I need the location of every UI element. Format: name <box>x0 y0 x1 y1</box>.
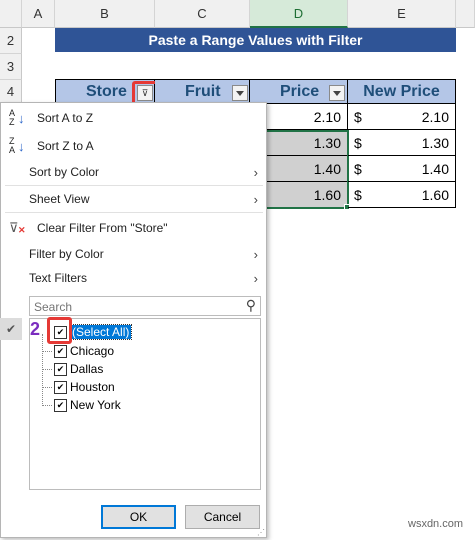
chevron-right-icon: › <box>253 246 258 262</box>
select-all-corner[interactable] <box>0 0 22 28</box>
search-box[interactable]: ⚲ <box>29 296 261 316</box>
sheet-title: Paste a Range Values with Filter <box>55 28 456 52</box>
list-item-houston[interactable]: ✔ Houston <box>42 378 115 396</box>
currency-symbol: $ <box>354 134 362 151</box>
menu-separator <box>5 212 263 213</box>
sort-a-to-z[interactable]: AZ ↓ Sort A to Z <box>1 106 266 130</box>
tree-connector <box>42 387 52 388</box>
column-header-c[interactable]: C <box>155 0 250 28</box>
left-gutter-checkmark-icon: ✔ <box>0 318 22 340</box>
cancel-button[interactable]: Cancel <box>185 505 260 529</box>
search-input[interactable] <box>32 298 236 316</box>
menu-separator <box>5 185 263 186</box>
item-label: Dallas <box>70 362 104 376</box>
sort-down-arrow-icon: ↓ <box>18 110 25 126</box>
row-header-3[interactable]: 3 <box>0 54 22 80</box>
sort-down-arrow-icon: ↓ <box>18 138 25 154</box>
header-store-label: Store <box>86 82 127 100</box>
new-price-value: 1.60 <box>421 186 449 203</box>
new-price-cell[interactable]: $ 1.60 <box>348 182 456 208</box>
tree-connector <box>42 351 52 352</box>
checkbox-checked[interactable]: ✔ <box>54 398 67 412</box>
list-item-chicago[interactable]: ✔ Chicago <box>42 342 115 360</box>
header-price-label: Price <box>280 82 320 100</box>
resize-grip-icon[interactable]: ⋰ <box>257 528 265 537</box>
column-header-e[interactable]: E <box>348 0 456 28</box>
new-price-cell[interactable]: $ 1.40 <box>348 156 456 182</box>
list-item-dallas[interactable]: ✔ Dallas <box>42 360 104 378</box>
new-price-value: 1.40 <box>421 160 449 177</box>
new-price-value: 1.30 <box>421 134 449 151</box>
sort-za-icon: ZA <box>9 136 16 155</box>
column-header-d[interactable]: D <box>250 0 348 28</box>
tree-connector <box>42 369 52 370</box>
step-badge-2: 2 <box>30 319 41 339</box>
currency-symbol: $ <box>354 108 362 125</box>
column-header-a[interactable]: A <box>22 0 55 28</box>
list-item-new-york[interactable]: ✔ New York <box>42 396 121 414</box>
chevron-right-icon: › <box>253 191 258 207</box>
price-filter-dropdown[interactable] <box>329 85 345 101</box>
ok-button[interactable]: OK <box>101 505 176 529</box>
sheet-view[interactable]: Sheet View › <box>1 187 266 211</box>
checkbox-checked[interactable]: ✔ <box>54 344 67 358</box>
price-value: 2.10 <box>313 108 341 125</box>
fruit-filter-dropdown[interactable] <box>232 85 248 101</box>
item-label: Houston <box>70 380 115 394</box>
currency-symbol: $ <box>354 160 362 177</box>
checkbox-checked[interactable]: ✔ <box>54 380 67 394</box>
red-x-icon: ✕ <box>18 225 26 235</box>
row-header-2[interactable]: 2 <box>0 28 22 54</box>
autofilter-menu[interactable]: AZ ↓ Sort A to Z ZA ↓ Sort Z to A Sort b… <box>0 102 267 538</box>
chevron-right-icon: › <box>253 270 258 286</box>
column-header-b[interactable]: B <box>55 0 155 28</box>
header-new-price[interactable]: New Price <box>348 79 456 104</box>
chevron-down-icon <box>236 90 244 96</box>
currency-symbol: $ <box>354 186 362 203</box>
checkbox-checked[interactable]: ✔ <box>54 362 67 376</box>
clear-filter[interactable]: ⊽ ✕ Clear Filter From "Store" <box>1 216 266 240</box>
sort-z-to-a[interactable]: ZA ↓ Sort Z to A <box>1 134 266 158</box>
select-all-label: (Select All) <box>68 324 133 340</box>
highlight-select-all-checkbox <box>47 317 72 344</box>
watermark: wsxdn.com <box>408 518 464 530</box>
sort-az-icon: AZ <box>9 108 16 127</box>
chevron-right-icon: › <box>253 164 258 180</box>
row-header-4[interactable]: 4 <box>0 80 22 104</box>
tree-connector <box>42 405 52 406</box>
sort-by-color[interactable]: Sort by Color › <box>1 160 266 184</box>
new-price-value: 2.10 <box>421 108 449 125</box>
chevron-down-icon <box>333 90 341 96</box>
item-label: Chicago <box>70 344 115 358</box>
header-fruit-label: Fruit <box>185 82 221 100</box>
search-icon: ⚲ <box>245 297 256 313</box>
new-price-cell[interactable]: $ 1.30 <box>348 130 456 156</box>
text-filters[interactable]: Text Filters › <box>1 266 266 290</box>
item-label: New York <box>70 398 121 412</box>
filter-by-color[interactable]: Filter by Color › <box>1 242 266 266</box>
column-header-f[interactable] <box>456 0 475 28</box>
new-price-cell[interactable]: $ 2.10 <box>348 104 456 130</box>
header-new-price-label: New Price <box>363 82 440 100</box>
